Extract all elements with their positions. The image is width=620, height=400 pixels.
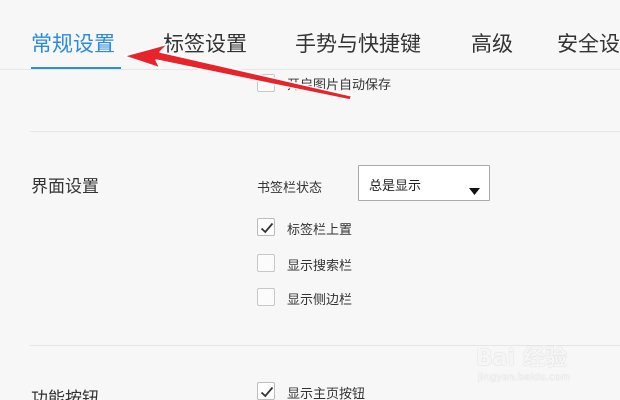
red-arrow-annotation: [123, 43, 353, 101]
